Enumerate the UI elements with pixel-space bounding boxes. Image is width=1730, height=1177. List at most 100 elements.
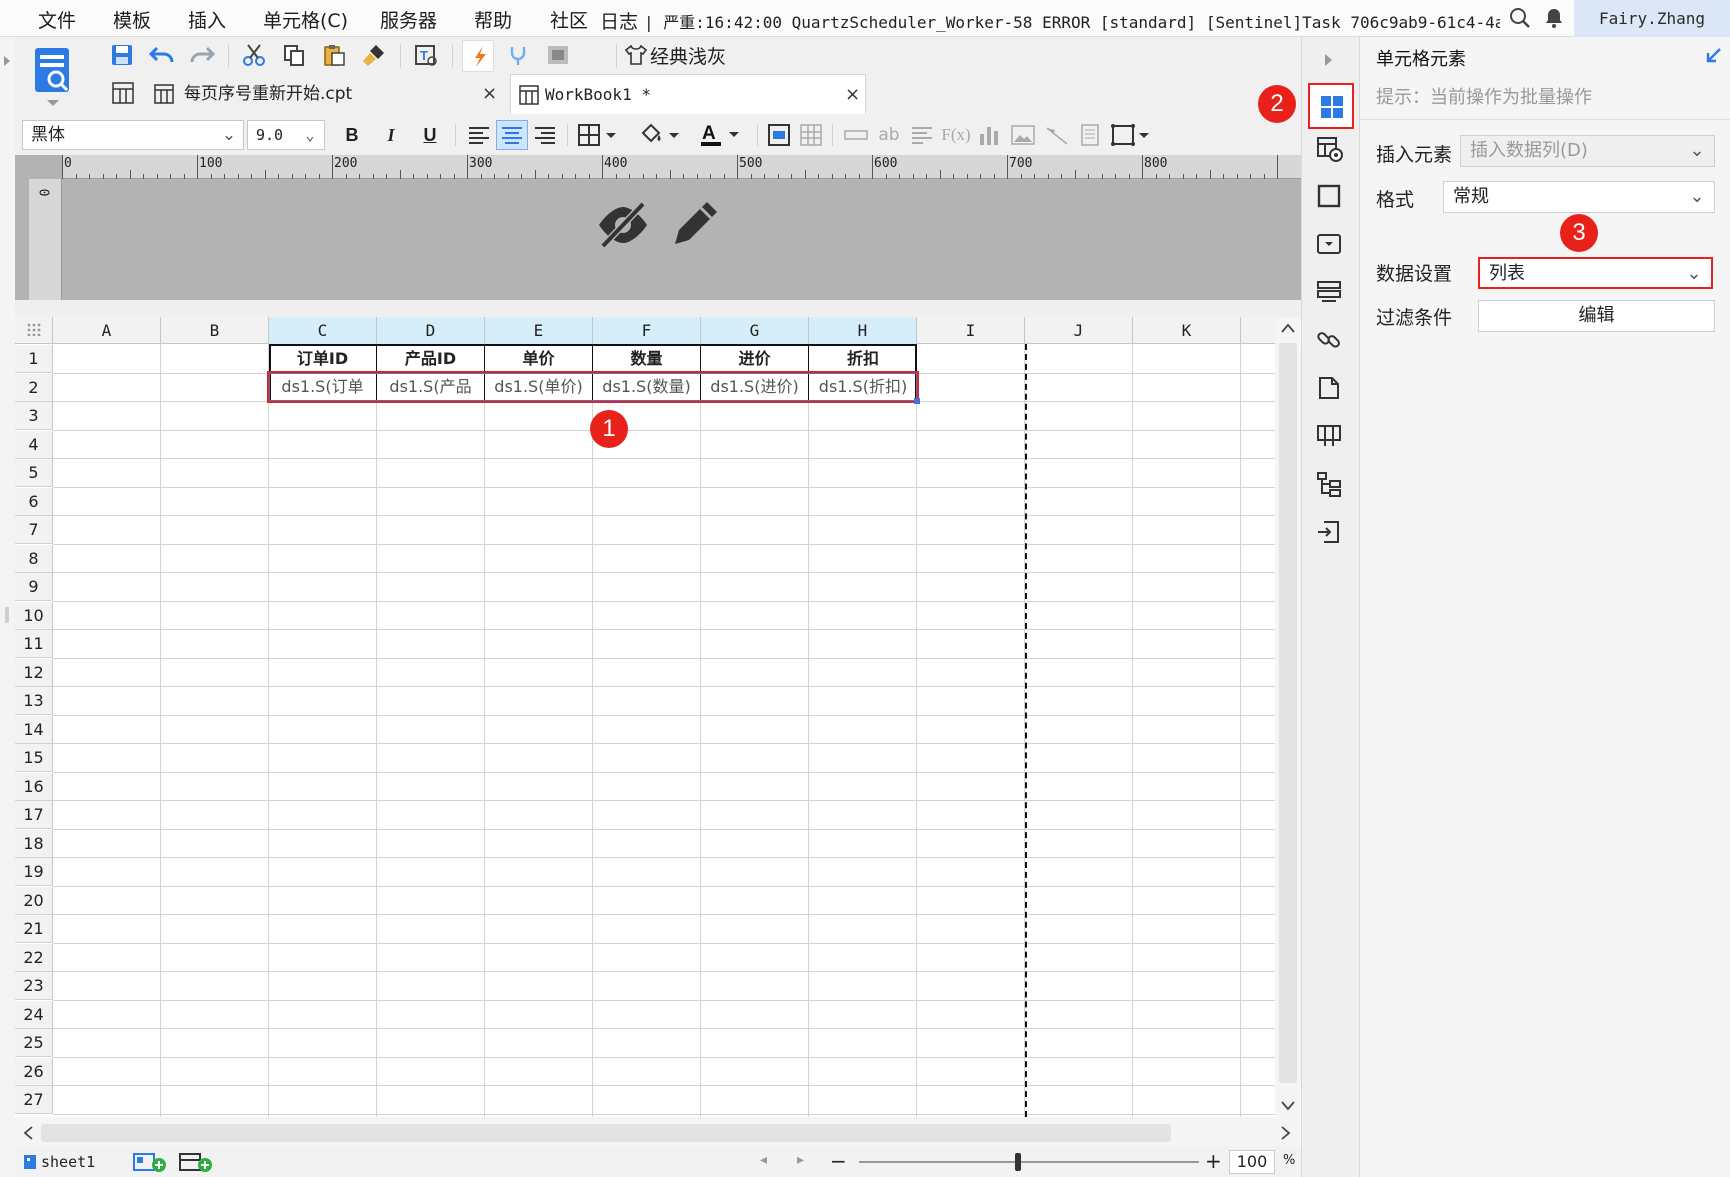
undo-icon[interactable] bbox=[148, 40, 176, 70]
cell-style-icon[interactable] bbox=[1316, 183, 1346, 213]
row-header[interactable]: 4 bbox=[15, 430, 53, 459]
align-center-icon[interactable] bbox=[496, 120, 528, 150]
log-ticker[interactable]: 日志 | 严重:16:42:00 QuartzScheduler_Worker-5… bbox=[600, 7, 1500, 34]
column-header-c[interactable]: C bbox=[269, 317, 377, 344]
column-header-a[interactable]: A bbox=[53, 317, 161, 344]
menu-insert[interactable]: 插入 bbox=[188, 6, 226, 32]
user-account[interactable]: Fairy.Zhang bbox=[1574, 0, 1730, 37]
fill-color-icon[interactable] bbox=[637, 120, 687, 150]
text-field-icon[interactable] bbox=[842, 120, 870, 150]
bell-icon[interactable] bbox=[1542, 6, 1566, 35]
row-header[interactable]: 5 bbox=[15, 459, 53, 487]
align-right-icon[interactable] bbox=[530, 120, 560, 150]
tree-structure-icon[interactable] bbox=[1316, 471, 1346, 501]
cell-f1[interactable]: 数量 bbox=[593, 345, 701, 372]
vertical-scroll-thumb[interactable] bbox=[1279, 343, 1297, 1083]
zoom-slider[interactable] bbox=[859, 1161, 1199, 1163]
column-header-f[interactable]: F bbox=[593, 317, 701, 344]
redo-icon[interactable] bbox=[188, 40, 216, 70]
expand-left-icon[interactable] bbox=[3, 55, 11, 67]
column-header-j[interactable]: J bbox=[1025, 317, 1133, 344]
sheet-overview-icon[interactable] bbox=[112, 82, 134, 108]
column-header-h[interactable]: H bbox=[809, 317, 917, 344]
format-select[interactable]: 常规 ⌄ bbox=[1443, 181, 1715, 213]
splitter-grip-icon[interactable] bbox=[4, 607, 10, 623]
prev-sheet-icon[interactable]: ◂ bbox=[760, 1152, 767, 1168]
row-header[interactable]: 2 bbox=[15, 373, 53, 402]
column-layout-icon[interactable] bbox=[1316, 423, 1346, 453]
cell-h1[interactable]: 折扣 bbox=[809, 345, 917, 372]
hyperlink-icon[interactable] bbox=[1316, 327, 1346, 357]
merge-cells-icon[interactable] bbox=[765, 120, 793, 150]
next-sheet-icon[interactable]: ▸ bbox=[797, 1152, 804, 1168]
filter-edit-button[interactable]: 编辑 bbox=[1478, 300, 1715, 332]
border-icon[interactable] bbox=[576, 120, 624, 150]
cell-attribute-icon[interactable] bbox=[1316, 135, 1346, 165]
row-header[interactable]: 12 bbox=[15, 658, 53, 687]
row-header[interactable]: 16 bbox=[15, 772, 53, 801]
row-header[interactable]: 8 bbox=[15, 544, 53, 573]
tab-workbook1[interactable]: WorkBook1 * × bbox=[510, 74, 866, 114]
row-header[interactable]: 10 bbox=[15, 601, 53, 630]
format-painter-icon[interactable] bbox=[360, 40, 388, 70]
ab-text-button[interactable]: ab bbox=[875, 120, 903, 150]
add-dashboard-icon[interactable] bbox=[179, 1151, 213, 1177]
tab-paging-serial[interactable]: 每页序号重新开始.cpt × bbox=[146, 74, 506, 114]
row-header[interactable]: 27 bbox=[15, 1086, 53, 1114]
split-cells-icon[interactable] bbox=[797, 120, 825, 150]
close-icon[interactable]: × bbox=[845, 75, 860, 115]
cut-icon[interactable] bbox=[240, 40, 268, 70]
row-header[interactable]: 23 bbox=[15, 972, 53, 1000]
row-header[interactable]: 15 bbox=[15, 744, 53, 772]
condition-attribute-icon[interactable] bbox=[1316, 279, 1346, 309]
scroll-down-icon[interactable] bbox=[1281, 1101, 1295, 1111]
zoom-value-field[interactable]: 100 bbox=[1229, 1150, 1275, 1174]
font-size-select[interactable]: 9.0 ⌄ bbox=[247, 120, 325, 150]
column-header-d[interactable]: D bbox=[377, 317, 485, 344]
plugin-icon[interactable] bbox=[504, 40, 532, 70]
spreadsheet-grid[interactable]: A B C D E F G H I J K 1 2 3 4 5 6 7 8 9 10 11 12 13 1… bbox=[15, 317, 1275, 1117]
row-header[interactable]: 24 bbox=[15, 1000, 53, 1029]
cell-e1[interactable]: 单价 bbox=[485, 345, 593, 372]
column-header-k[interactable]: K bbox=[1133, 317, 1241, 344]
theme-switch-button[interactable]: 经典浅灰 bbox=[624, 40, 744, 70]
import-data-icon[interactable] bbox=[1316, 519, 1346, 549]
search-icon[interactable] bbox=[1508, 6, 1532, 35]
zoom-slider-thumb[interactable] bbox=[1015, 1153, 1021, 1171]
hide-eye-icon[interactable] bbox=[595, 200, 651, 254]
sub-report-icon[interactable] bbox=[1076, 120, 1104, 150]
menu-template[interactable]: 模板 bbox=[113, 6, 151, 32]
scroll-right-icon[interactable] bbox=[1281, 1126, 1291, 1140]
row-header[interactable]: 19 bbox=[15, 858, 53, 886]
insert-text-icon[interactable]: T bbox=[412, 40, 440, 70]
formula-button[interactable]: F(x) bbox=[941, 120, 971, 150]
sheet-tab-sheet1[interactable]: sheet1 bbox=[23, 1151, 95, 1173]
cell-d1[interactable]: 产品ID bbox=[377, 345, 485, 372]
underline-button[interactable]: U bbox=[416, 120, 444, 150]
slash-icon[interactable] bbox=[1043, 120, 1071, 150]
font-family-select[interactable]: 黑体 ⌄ bbox=[22, 120, 244, 150]
cell-element-tab[interactable] bbox=[1308, 83, 1354, 129]
data-setting-select[interactable]: 列表 ⌄ bbox=[1478, 257, 1713, 289]
row-header[interactable]: 17 bbox=[15, 801, 53, 829]
vertical-scrollbar[interactable] bbox=[1275, 317, 1301, 1117]
scroll-up-icon[interactable] bbox=[1281, 323, 1295, 333]
preview-icon[interactable] bbox=[462, 40, 494, 72]
italic-button[interactable]: I bbox=[377, 120, 405, 150]
menu-server[interactable]: 服务器 bbox=[380, 6, 437, 32]
copy-icon[interactable] bbox=[280, 40, 308, 70]
template-dataset-icon[interactable] bbox=[32, 46, 74, 110]
row-header[interactable]: 20 bbox=[15, 886, 53, 915]
menu-community[interactable]: 社区 bbox=[550, 6, 588, 32]
left-collapse-strip[interactable] bbox=[0, 37, 15, 1177]
horizontal-scrollbar[interactable] bbox=[15, 1117, 1301, 1147]
collapse-panel-icon[interactable] bbox=[1324, 53, 1334, 67]
row-header[interactable]: 9 bbox=[15, 573, 53, 601]
column-header-e[interactable]: E bbox=[485, 317, 593, 344]
row-header[interactable]: 3 bbox=[15, 402, 53, 430]
row-header[interactable]: 25 bbox=[15, 1029, 53, 1057]
cell-c1[interactable]: 订单ID bbox=[269, 345, 377, 372]
widget-icon[interactable] bbox=[544, 40, 572, 70]
frame-border-icon[interactable] bbox=[1109, 120, 1155, 150]
align-left-icon[interactable] bbox=[464, 120, 494, 150]
